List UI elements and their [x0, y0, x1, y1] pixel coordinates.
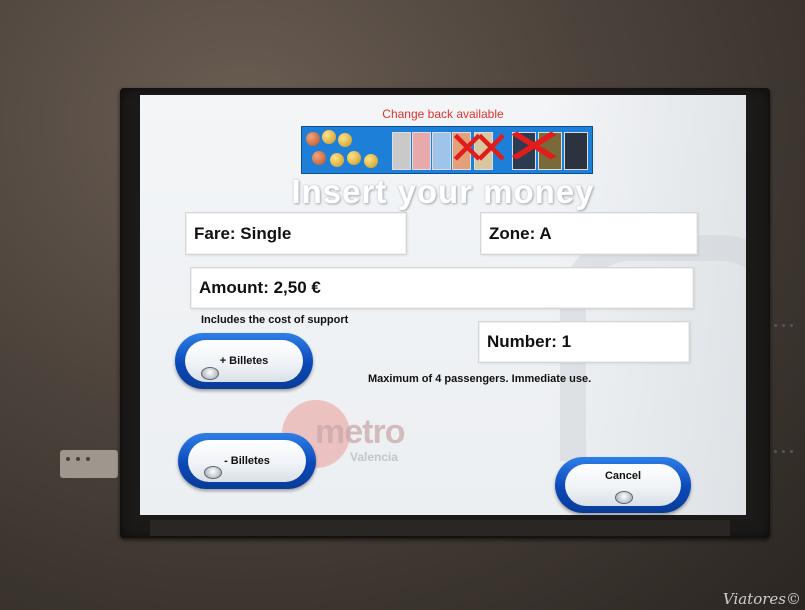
change-available-label: Change back available [382, 107, 504, 121]
photo-watermark: Viatores© [722, 590, 801, 608]
support-note: Includes the cost of support [201, 314, 349, 326]
banknote-icon [412, 132, 431, 170]
remove-ticket-label: - Billetes [224, 455, 270, 467]
cancel-label: Cancel [604, 470, 642, 482]
coin-icon [330, 153, 344, 167]
speaker-grille [770, 320, 800, 460]
cancel-button[interactable]: Cancel [555, 457, 691, 513]
passengers-note: Maximum of 4 passengers. Immediate use. [368, 373, 592, 385]
unavailable-x-icon: ✕ [501, 119, 567, 175]
fare-field: Fare: Single [185, 212, 407, 255]
button-knob-icon [615, 491, 633, 504]
remove-ticket-button[interactable]: - Billetes [178, 433, 316, 489]
add-ticket-button[interactable]: + Billetes [175, 333, 313, 389]
button-knob-icon [204, 466, 222, 479]
button-knob-icon [201, 367, 219, 380]
banknote-icon [392, 132, 411, 170]
side-plate [60, 450, 118, 478]
accepted-money-strip: ✕ ✕ ✕ [301, 119, 593, 175]
banknote-icon [564, 132, 588, 170]
metro-logo: metro [315, 413, 405, 451]
page-title: Insert your money [291, 173, 595, 210]
add-ticket-label: + Billetes [219, 355, 269, 367]
bezel-ledge [150, 520, 730, 536]
zone-field: Zone: A [480, 212, 698, 255]
metro-logo-sub: Valencia [350, 450, 399, 464]
coin-icon [347, 151, 361, 165]
coin-icon [306, 132, 320, 146]
amount-field: Amount: 2,50 € [190, 267, 694, 309]
coin-icon [312, 151, 326, 165]
coin-icon [338, 133, 352, 147]
coin-icon [322, 130, 336, 144]
number-field: Number: 1 [478, 321, 690, 363]
coin-icon [364, 154, 378, 168]
touch-screen: Change back available ✕ ✕ ✕ Insert your … [140, 95, 746, 515]
